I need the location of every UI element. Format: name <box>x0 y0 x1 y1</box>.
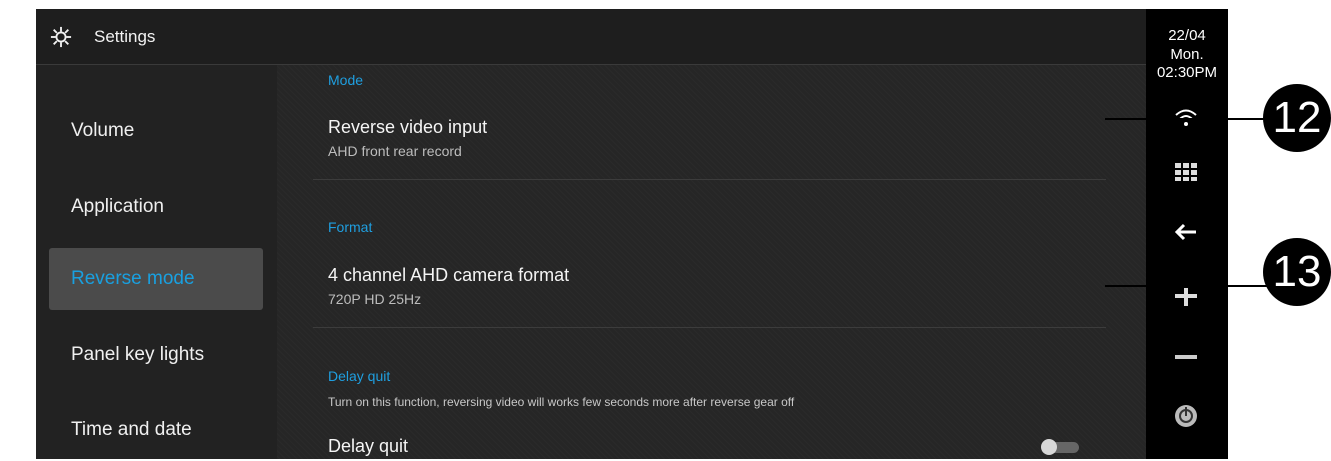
callout-marker: 12 <box>1263 84 1331 152</box>
minus-icon[interactable] <box>1171 342 1201 372</box>
settings-app: Settings Volume Application Reverse mode… <box>36 9 1146 459</box>
sidebar-item-panel-key-lights[interactable]: Panel key lights <box>49 324 263 386</box>
callout-number: 12 <box>1272 93 1322 142</box>
setting-title: 4 channel AHD camera format <box>328 265 570 285</box>
sidebar-item-label: Volume <box>71 120 135 141</box>
power-icon[interactable] <box>1171 401 1201 431</box>
date-text: 22/04 <box>1168 27 1206 44</box>
callout-leader-line <box>1105 118 1270 120</box>
sidebar-item-label: Application <box>71 196 164 217</box>
setting-title: Delay quit <box>328 436 409 456</box>
sidebar-item-label: Reverse mode <box>71 268 195 289</box>
sidebar-item-volume[interactable]: Volume <box>49 100 263 162</box>
app-bar: Settings <box>36 9 1146 65</box>
delay-quit-description: Turn on this function, reversing video w… <box>328 395 795 409</box>
status-rail: 22/04 Mon. 02:30PM <box>1146 9 1228 459</box>
toggle-knob <box>1041 439 1057 455</box>
time-text: 02:30PM <box>1156 64 1218 81</box>
section-header-format: Format <box>328 219 373 235</box>
callout-number: 13 <box>1272 247 1322 296</box>
divider <box>313 179 1106 180</box>
sidebar-item-time-and-date[interactable]: Time and date <box>49 399 263 461</box>
setting-title: Reverse video input <box>328 117 488 137</box>
sidebar-item-reverse-mode[interactable]: Reverse mode <box>49 248 263 310</box>
sidebar-item-label: Panel key lights <box>71 344 205 365</box>
head-unit-screen: Settings Volume Application Reverse mode… <box>36 9 1228 459</box>
setting-value: 720P HD 25Hz <box>328 291 422 307</box>
callout-marker: 13 <box>1263 238 1331 306</box>
section-header-mode: Mode <box>328 72 364 88</box>
day-text: Mon. <box>1170 46 1204 63</box>
page-title: Settings <box>94 27 156 46</box>
gear-icon[interactable] <box>50 26 72 48</box>
settings-sidebar: Volume Application Reverse mode Panel ke… <box>36 65 277 459</box>
sidebar-item-application[interactable]: Application <box>49 176 263 238</box>
settings-content: Mode Reverse video input AHD front rear … <box>277 65 1146 459</box>
apps-grid-icon[interactable] <box>1171 157 1201 187</box>
back-arrow-icon[interactable] <box>1171 217 1201 247</box>
setting-value: AHD front rear record <box>328 143 462 159</box>
section-header-delay-quit: Delay quit <box>328 368 391 384</box>
callout-leader-line <box>1105 285 1270 287</box>
delay-quit-toggle[interactable] <box>1041 439 1081 455</box>
sidebar-item-label: Time and date <box>71 419 192 440</box>
divider <box>313 327 1106 328</box>
